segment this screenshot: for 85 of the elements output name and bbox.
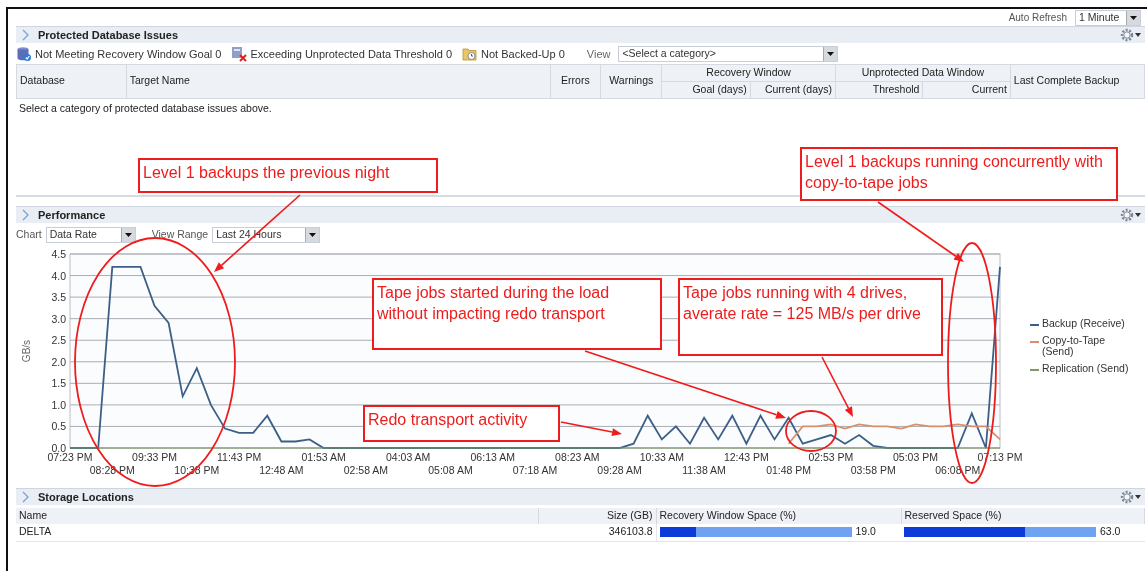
column-header: Database (16, 64, 127, 98)
column-header: Errors (550, 64, 601, 98)
axis-tick-label: 05:03 PM (893, 451, 938, 463)
axis-tick-label: 10:33 AM (639, 451, 684, 463)
callout-box: Tape jobs running with 4 drives, averate rate = 125 MB/s per drive (678, 278, 943, 356)
column-header: Unprotected Data Window (835, 64, 1011, 82)
column-header: Last Complete Backup (1010, 64, 1145, 98)
caret-icon (827, 52, 835, 56)
dropdown-field[interactable]: Data Rate (45, 227, 136, 243)
section-title: Storage Locations (38, 489, 134, 505)
dropdown-field[interactable]: <Select a category> (618, 46, 839, 62)
axis-tick-label: 06:13 AM (470, 451, 515, 463)
caret-icon (124, 233, 132, 237)
axis-tick-label: 3.5 (51, 291, 66, 304)
callout-box: Redo transport activity (363, 405, 560, 442)
callout-arrow (560, 421, 622, 436)
axis-tick-label: 2.0 (51, 355, 66, 368)
caret-icon (1135, 213, 1141, 217)
column-header: Reserved Space (%) (901, 508, 1145, 524)
axis-tick-label: 11:43 PM (217, 451, 262, 463)
axis-tick-label: 05:08 AM (428, 464, 473, 476)
axis-tick-label: 09:33 PM (132, 451, 177, 463)
section-title: Performance (38, 207, 106, 223)
column-header: Warnings (600, 64, 662, 98)
axis-tick-label: 1.0 (51, 398, 66, 411)
axis-tick-label: 06:08 PM (935, 464, 981, 476)
percent-value: 19.0 (855, 524, 876, 540)
section-title: Protected Database Issues (38, 27, 178, 43)
caret-icon (1130, 15, 1137, 20)
callout-arrow (821, 356, 853, 417)
legend-label: Replication (Send) (1042, 363, 1130, 374)
axis-tick-label: 02:58 AM (343, 464, 389, 476)
axis-tick-label: 4.5 (51, 248, 66, 260)
axis-tick-label: 2.5 (51, 334, 66, 347)
axis-tick-label: 01:53 AM (301, 451, 346, 463)
legend-label: Backup (Receive) (1042, 318, 1126, 329)
auto-refresh-label: Auto Refresh (1008, 11, 1067, 25)
callout-box: Level 1 backups the previous night (138, 158, 438, 193)
database-check-icon (16, 46, 32, 62)
view-range-label: View Range (151, 227, 209, 243)
dropdown-field[interactable]: 1 Minute (1075, 9, 1141, 26)
caret-icon (309, 233, 317, 237)
column-header: Recovery Window (661, 64, 836, 82)
axis-tick-label: 01:48 PM (766, 464, 812, 476)
highlight-ellipse (785, 410, 837, 452)
settings-menu-button[interactable] (1120, 490, 1141, 504)
column-header: Recovery Window Space (%) (656, 508, 901, 524)
percent-value: 63.0 (1100, 524, 1121, 540)
axis-tick-label: 08:28 PM (89, 464, 135, 476)
axis-tick-label: 4.0 (51, 269, 66, 282)
caret-icon (1135, 495, 1141, 499)
database-error-icon (231, 46, 248, 62)
column-header: Size (GB) (538, 508, 656, 524)
caret-icon (1135, 33, 1141, 37)
settings-menu-button[interactable] (1120, 208, 1141, 222)
axis-tick-label: 11:38 AM (682, 464, 726, 476)
issue-filter-link[interactable]: Not Backed-Up 0 (481, 45, 565, 63)
axis-tick-label: 1.5 (51, 377, 66, 390)
axis-tick-label: 12:48 AM (259, 464, 304, 476)
axis-tick-label: 07:18 AM (512, 464, 558, 476)
axis-tick-label: 08:23 AM (555, 451, 600, 463)
chart-label: Chart (16, 227, 42, 243)
issue-filter-link[interactable]: Not Meeting Recovery Window Goal 0 (35, 45, 222, 63)
axis-tick-label: 03:58 PM (850, 464, 896, 476)
empty-table-message: Select a category of protected database issues above. (18, 100, 273, 116)
axis-title: GB/s (21, 339, 32, 363)
axis-tick-label: 07:23 PM (47, 451, 93, 463)
column-header: Name (16, 508, 538, 524)
axis-tick-label: 0.5 (51, 420, 66, 433)
view-label: View (586, 46, 611, 62)
axis-tick-label: 04:03 AM (386, 451, 431, 463)
legend-label: Copy-to-Tape (Send) (1042, 335, 1107, 357)
axis-tick-label: 02:53 PM (808, 451, 854, 463)
folder-clock-icon (462, 46, 479, 62)
axis-tick-label: 12:43 PM (723, 451, 769, 463)
callout-box: Tape jobs started during the load without impacting redo transport (372, 278, 662, 350)
axis-tick-label: 0.0 (51, 442, 66, 454)
table-cell: DELTA (16, 524, 538, 541)
callout-box: Level 1 backups running concurrently with copy-to-tape jobs (800, 147, 1118, 201)
table-cell: 346103.8 (538, 524, 656, 541)
column-header: Target Name (126, 64, 550, 98)
axis-tick-label: 3.0 (51, 312, 66, 325)
issue-filter-link[interactable]: Exceeding Unprotected Data Threshold 0 (250, 45, 453, 63)
axis-tick-label: 09:28 AM (597, 464, 642, 476)
settings-menu-button[interactable] (1120, 28, 1141, 42)
